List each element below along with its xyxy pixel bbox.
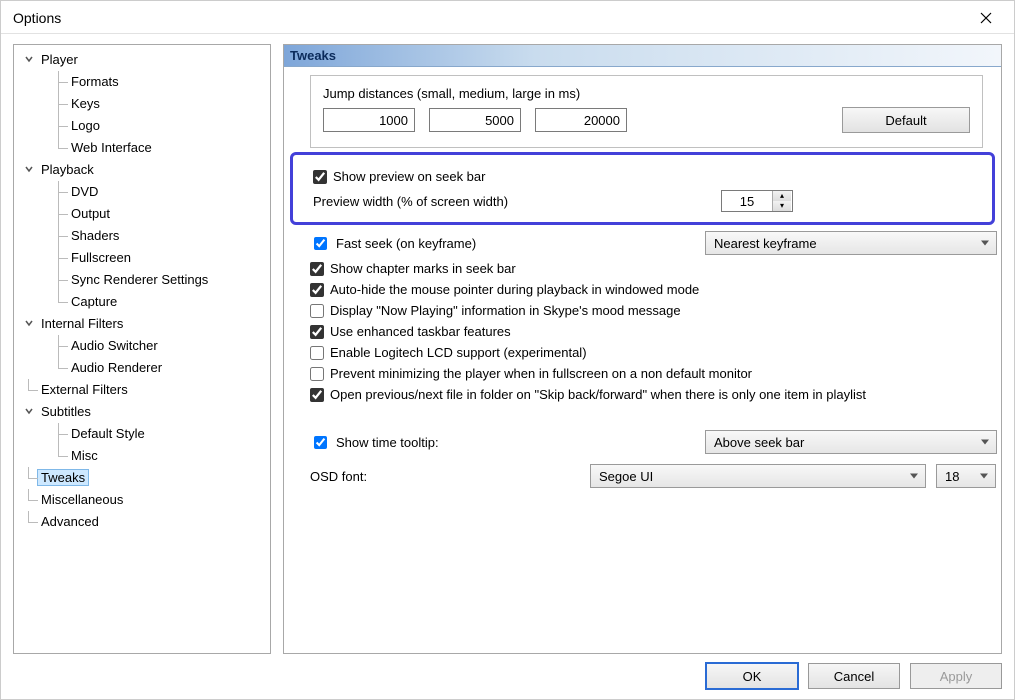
jump-medium-input[interactable] xyxy=(429,108,521,132)
prevent-min-checkbox[interactable] xyxy=(310,367,324,381)
close-button[interactable] xyxy=(968,7,1004,29)
tree-playback[interactable]: Playback xyxy=(38,162,97,177)
spinner-up-icon[interactable]: ▴ xyxy=(773,191,791,201)
tree-default-style[interactable]: Default Style xyxy=(68,426,148,441)
caret-icon[interactable] xyxy=(22,316,36,330)
cancel-button[interactable]: Cancel xyxy=(808,663,900,689)
page-title: Tweaks xyxy=(284,45,1001,67)
tree-internal-filters[interactable]: Internal Filters xyxy=(38,316,126,331)
show-preview-checkbox[interactable] xyxy=(313,170,327,184)
tree-fullscreen[interactable]: Fullscreen xyxy=(68,250,134,265)
spinner-down-icon[interactable]: ▾ xyxy=(773,201,791,211)
time-tooltip-label: Show time tooltip: xyxy=(336,435,439,450)
fast-seek-checkbox[interactable] xyxy=(314,237,327,250)
chapter-marks-label: Show chapter marks in seek bar xyxy=(330,261,516,276)
dialog-title: Options xyxy=(13,10,61,26)
tree-miscellaneous[interactable]: Miscellaneous xyxy=(38,492,126,507)
open-prev-next-checkbox[interactable] xyxy=(310,388,324,402)
tree-keys[interactable]: Keys xyxy=(68,96,103,111)
preview-width-label: Preview width (% of screen width) xyxy=(313,194,508,209)
autohide-mouse-checkbox[interactable] xyxy=(310,283,324,297)
default-button[interactable]: Default xyxy=(842,107,970,133)
tree-subtitles[interactable]: Subtitles xyxy=(38,404,94,419)
skype-label: Display "Now Playing" information in Sky… xyxy=(330,303,681,318)
fast-seek-mode-select[interactable]: Nearest keyframe xyxy=(705,231,997,255)
taskbar-checkbox[interactable] xyxy=(310,325,324,339)
fast-seek-label: Fast seek (on keyframe) xyxy=(336,236,476,251)
tree-dvd[interactable]: DVD xyxy=(68,184,101,199)
jump-distances-group: Jump distances (small, medium, large in … xyxy=(310,75,983,148)
preview-width-input[interactable] xyxy=(722,191,772,211)
autohide-mouse-label: Auto-hide the mouse pointer during playb… xyxy=(330,282,699,297)
tree-misc-sub[interactable]: Misc xyxy=(68,448,101,463)
osd-size-select[interactable]: 18 xyxy=(936,464,996,488)
caret-icon[interactable] xyxy=(22,52,36,66)
tree-shaders[interactable]: Shaders xyxy=(68,228,122,243)
ok-button[interactable]: OK xyxy=(706,663,798,689)
logitech-label: Enable Logitech LCD support (experimenta… xyxy=(330,345,587,360)
preview-width-spinner[interactable]: ▴ ▾ xyxy=(721,190,793,212)
skype-checkbox[interactable] xyxy=(310,304,324,318)
caret-icon[interactable] xyxy=(22,162,36,176)
taskbar-label: Use enhanced taskbar features xyxy=(330,324,511,339)
tree-tweaks[interactable]: Tweaks xyxy=(38,470,88,485)
tree-sync-renderer[interactable]: Sync Renderer Settings xyxy=(68,272,211,287)
show-preview-label: Show preview on seek bar xyxy=(333,169,485,184)
logitech-checkbox[interactable] xyxy=(310,346,324,360)
tree-output[interactable]: Output xyxy=(68,206,113,221)
prevent-min-label: Prevent minimizing the player when in fu… xyxy=(330,366,752,381)
osd-font-select[interactable]: Segoe UI xyxy=(590,464,926,488)
apply-button: Apply xyxy=(910,663,1002,689)
osd-font-label: OSD font: xyxy=(310,469,367,484)
tree-audio-renderer[interactable]: Audio Renderer xyxy=(68,360,165,375)
tree-advanced[interactable]: Advanced xyxy=(38,514,102,529)
tree-capture[interactable]: Capture xyxy=(68,294,120,309)
time-tooltip-select[interactable]: Above seek bar xyxy=(705,430,997,454)
chapter-marks-checkbox[interactable] xyxy=(310,262,324,276)
time-tooltip-checkbox[interactable] xyxy=(314,436,327,449)
caret-icon[interactable] xyxy=(22,404,36,418)
tree-formats[interactable]: Formats xyxy=(68,74,122,89)
tree-web-interface[interactable]: Web Interface xyxy=(68,140,155,155)
nav-tree[interactable]: Player Formats Keys Logo Web Interface P… xyxy=(13,44,271,654)
seek-preview-highlight: Show preview on seek bar Preview width (… xyxy=(290,152,995,225)
tree-external-filters[interactable]: External Filters xyxy=(38,382,131,397)
jump-small-input[interactable] xyxy=(323,108,415,132)
jump-label: Jump distances (small, medium, large in … xyxy=(323,86,970,101)
jump-large-input[interactable] xyxy=(535,108,627,132)
open-prev-next-label: Open previous/next file in folder on "Sk… xyxy=(330,387,866,402)
tree-audio-switcher[interactable]: Audio Switcher xyxy=(68,338,161,353)
tree-logo[interactable]: Logo xyxy=(68,118,103,133)
tree-player[interactable]: Player xyxy=(38,52,81,67)
